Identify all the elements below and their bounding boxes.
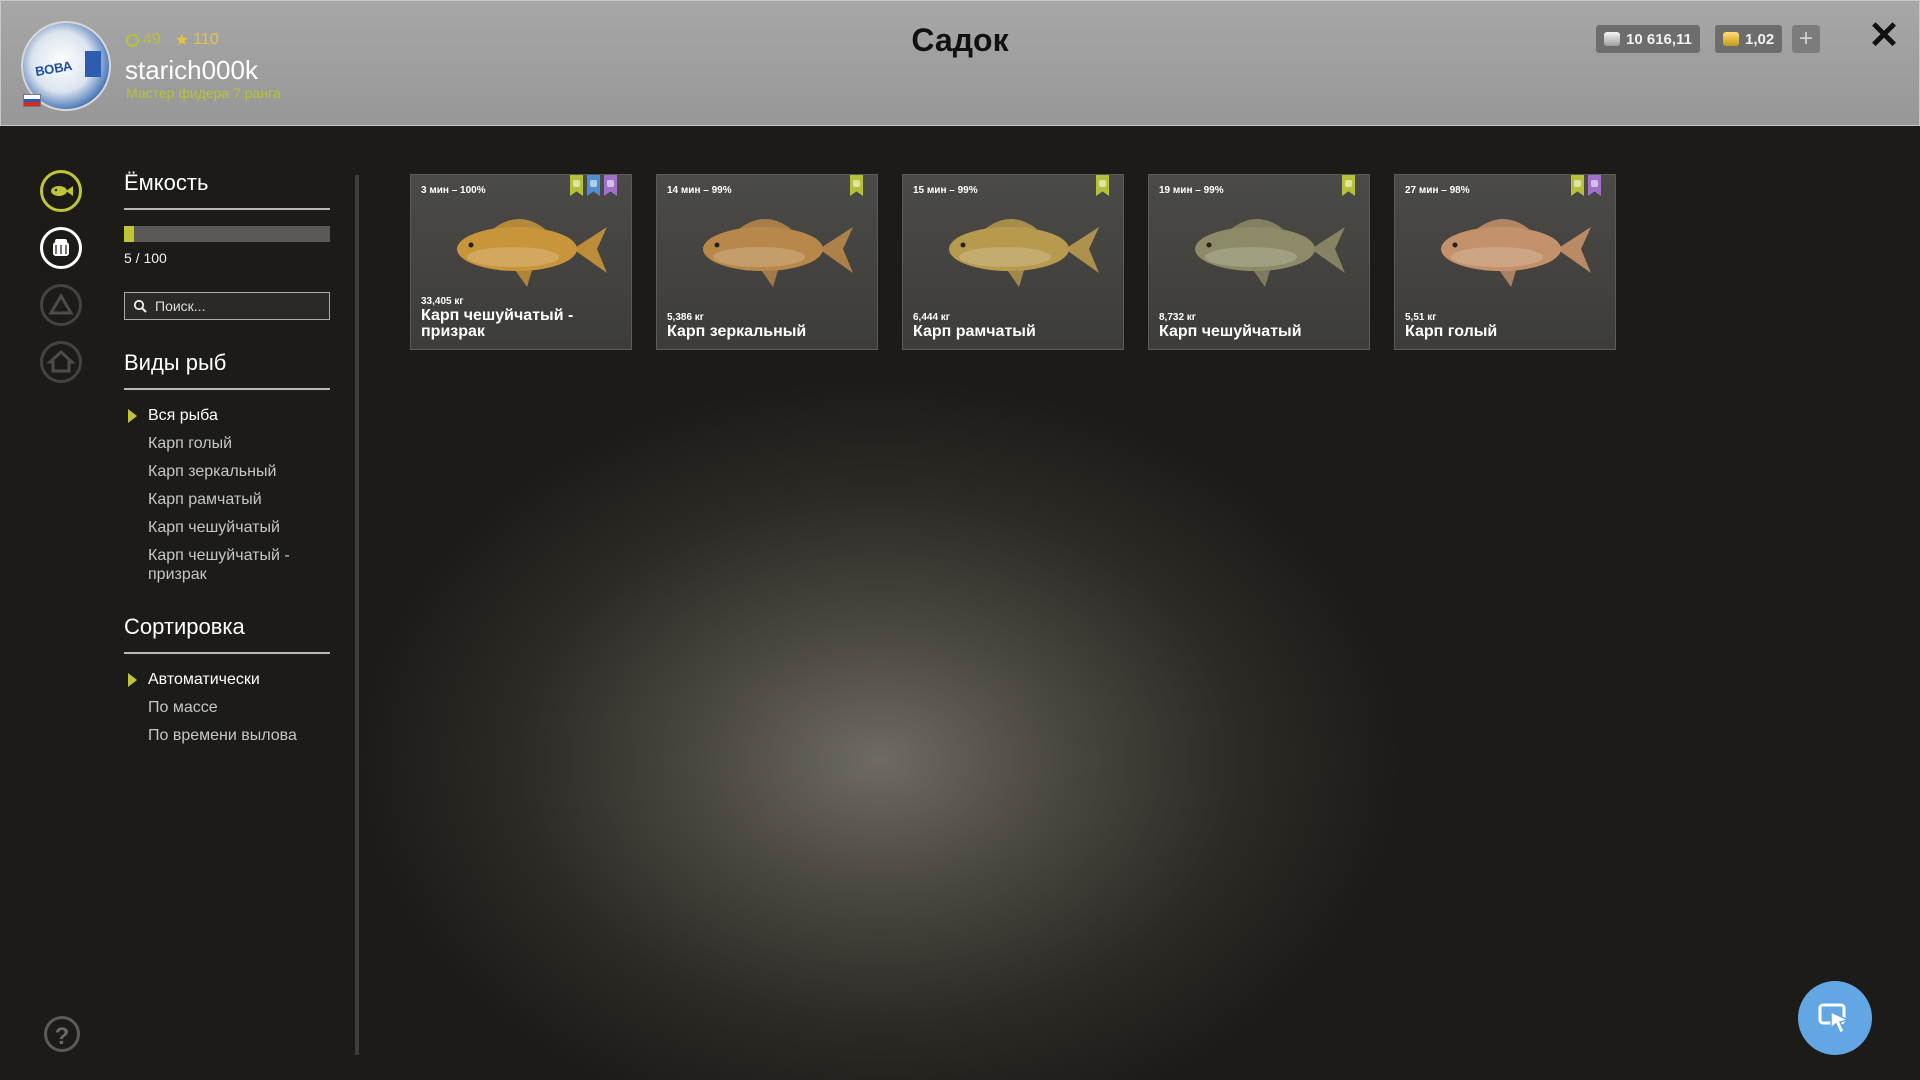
stars-value: 110 xyxy=(193,31,219,48)
gold-balance: 1,02 xyxy=(1715,25,1783,53)
add-funds-button[interactable]: + xyxy=(1792,25,1820,53)
fish-card[interactable]: 15 мин – 99% 6,444 кг Карп рамчатый xyxy=(902,174,1124,350)
green-bookmark-icon xyxy=(850,175,863,196)
home-tab[interactable] xyxy=(40,341,82,383)
sort-by-catch-time[interactable]: По времени вылова xyxy=(124,726,330,745)
blue-bookmark-icon xyxy=(587,175,600,196)
silver-amount: 10 616,11 xyxy=(1626,30,1692,48)
search-input[interactable] xyxy=(153,297,317,315)
species-item-frame-carp[interactable]: Карп рамчатый xyxy=(124,490,330,509)
capacity-text: 5 / 100 xyxy=(124,250,167,266)
search-icon xyxy=(133,299,147,313)
species-item-ghost-carp[interactable]: Карп чешуйчатый - призрак xyxy=(124,546,330,584)
fish-badges xyxy=(1571,175,1601,196)
player-rank: Мастер фидера 7 ранга xyxy=(126,85,281,101)
sort-auto[interactable]: Автоматически xyxy=(124,670,330,689)
stars-indicator: ★ 110 xyxy=(175,30,219,50)
fish-catch-info: 3 мин – 100% xyxy=(421,185,486,196)
green-bookmark-icon xyxy=(1096,175,1109,196)
fish-weight: 5,51 кг xyxy=(1405,312,1437,323)
fish-catch-info: 19 мин – 99% xyxy=(1159,185,1224,196)
fish-image xyxy=(949,219,1099,287)
species-list: Вся рыба Карп голый Карп зеркальный Карп… xyxy=(124,406,330,584)
green-bookmark-icon xyxy=(1571,175,1584,196)
fish-badges xyxy=(570,175,617,196)
green-bookmark-icon xyxy=(570,175,583,196)
search-box[interactable] xyxy=(124,292,330,320)
bucket-icon xyxy=(53,239,69,256)
fish-name: Карп чешуйчатый - призрак xyxy=(421,307,574,340)
side-nav xyxy=(40,170,82,398)
filter-panel: Ёмкость 5 / 100 Виды рыб Вся рыба Карп г… xyxy=(124,170,330,754)
species-item-all[interactable]: Вся рыба xyxy=(124,406,330,425)
fish-card[interactable]: 14 мин – 99% 5,386 кг Карп зеркальный xyxy=(656,174,878,350)
top-bar: ВОВА 49 ★ 110 starich000k Мастер фидера … xyxy=(0,0,1920,126)
cursor-mode-button[interactable] xyxy=(1798,981,1872,1055)
fish-name: Карп зеркальный xyxy=(667,323,807,340)
gold-coin-icon xyxy=(1723,32,1739,46)
purple-bookmark-icon xyxy=(1588,175,1601,196)
sorting-title: Сортировка xyxy=(124,614,330,654)
player-stats: 49 ★ 110 xyxy=(126,30,219,50)
fish-icon xyxy=(51,186,73,196)
fish-card[interactable]: 27 мин – 98% 5,51 кг Карп голый xyxy=(1394,174,1616,350)
sorting-list: Автоматически По массе По времени вылова xyxy=(124,670,330,745)
fish-catch-info: 15 мин – 99% xyxy=(913,185,978,196)
capacity-bar xyxy=(124,226,330,242)
keepnet-fish-tab[interactable] xyxy=(40,170,82,212)
fish-card[interactable]: 3 мин – 100% 33,405 кг Карп чешуйчатый - п… xyxy=(410,174,632,350)
fish-badges xyxy=(850,175,863,196)
page-title: Садок xyxy=(911,22,1009,58)
species-item-mirror-carp[interactable]: Карп зеркальный xyxy=(124,462,330,481)
fish-catch-info: 14 мин – 99% xyxy=(667,185,732,196)
sort-by-weight[interactable]: По массе xyxy=(124,698,330,717)
species-item-leather-carp[interactable]: Карп голый xyxy=(124,434,330,453)
silver-balance: 10 616,11 xyxy=(1596,25,1700,53)
fish-weight: 8,732 кг xyxy=(1159,312,1196,323)
camp-tab[interactable] xyxy=(40,284,82,326)
fish-image xyxy=(457,219,607,287)
fish-image xyxy=(703,219,853,287)
silver-coin-icon xyxy=(1604,32,1620,46)
panel-divider xyxy=(355,175,359,1055)
fish-grid: 3 мин – 100% 33,405 кг Карп чешуйчатый - п… xyxy=(410,174,1616,350)
fish-weight: 33,405 кг xyxy=(421,296,464,307)
avatar-banner xyxy=(85,51,101,77)
home-icon xyxy=(46,349,76,373)
inventory-tab[interactable] xyxy=(40,227,82,269)
level-indicator: 49 xyxy=(126,31,161,49)
fish-card[interactable]: 19 мин – 99% 8,732 кг Карп чешуйчатый xyxy=(1148,174,1370,350)
fish-name: Карп чешуйчатый xyxy=(1159,323,1302,340)
capacity-title: Ёмкость xyxy=(124,170,330,210)
fish-weight: 6,444 кг xyxy=(913,312,950,323)
fish-name: Карп рамчатый xyxy=(913,323,1036,340)
help-button[interactable]: ? xyxy=(44,1016,80,1052)
fish-image xyxy=(1441,219,1591,287)
species-title: Виды рыб xyxy=(124,350,330,390)
star-icon: ★ xyxy=(174,32,190,49)
close-button[interactable]: ✕ xyxy=(1864,16,1904,56)
green-bookmark-icon xyxy=(1342,175,1355,196)
fish-badges xyxy=(1096,175,1109,196)
fish-badges xyxy=(1342,175,1355,196)
fish-catch-info: 27 мин – 98% xyxy=(1405,185,1470,196)
species-item-common-carp[interactable]: Карп чешуйчатый xyxy=(124,518,330,537)
gold-amount: 1,02 xyxy=(1745,30,1775,48)
avatar-text: ВОВА xyxy=(33,57,74,80)
level-value: 49 xyxy=(143,31,161,48)
cursor-icon xyxy=(1818,1003,1851,1035)
capacity-fill xyxy=(124,226,135,242)
fish-image xyxy=(1195,219,1345,287)
tent-icon xyxy=(48,293,74,315)
purple-bookmark-icon xyxy=(604,175,617,196)
fish-name: Карп голый xyxy=(1405,323,1498,340)
username: starich000k xyxy=(125,55,258,85)
country-flag-icon xyxy=(23,94,41,107)
fish-weight: 5,386 кг xyxy=(667,312,704,323)
level-icon xyxy=(126,33,139,47)
